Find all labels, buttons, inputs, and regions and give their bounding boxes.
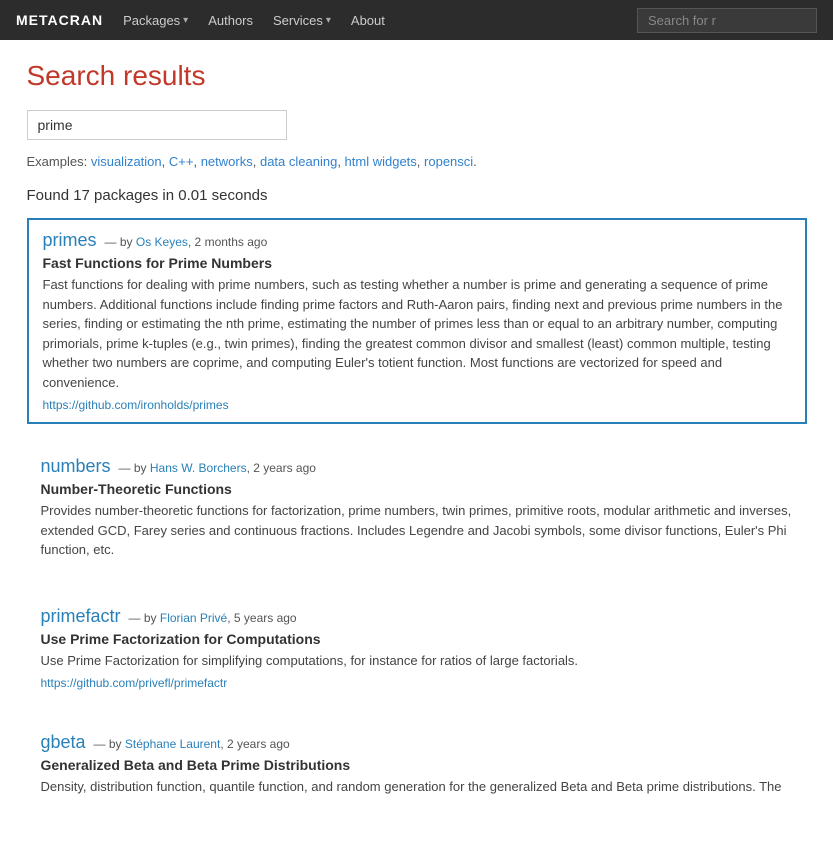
- package-card-primes: primes — by Os Keyes, 2 months ago Fast …: [27, 218, 807, 424]
- navbar-search: [637, 8, 817, 33]
- package-subtitle-gbeta: Generalized Beta and Beta Prime Distribu…: [41, 757, 793, 773]
- package-description-numbers: Provides number-theoretic functions for …: [41, 501, 793, 560]
- package-link-primes[interactable]: https://github.com/ironholds/primes: [43, 398, 229, 412]
- example-visualization[interactable]: visualization: [91, 154, 162, 169]
- package-name-numbers[interactable]: numbers: [41, 456, 111, 477]
- package-name-gbeta[interactable]: gbeta: [41, 732, 86, 753]
- package-meta-primefactr: — by Florian Privé, 5 years ago: [129, 611, 297, 625]
- package-description-primes: Fast functions for dealing with prime nu…: [43, 275, 791, 392]
- package-header-primes: primes — by Os Keyes, 2 months ago: [43, 230, 791, 251]
- example-cpp[interactable]: C++: [169, 154, 194, 169]
- examples-label: Examples:: [27, 154, 88, 169]
- navbar-item-packages[interactable]: Packages ▾: [123, 13, 188, 28]
- navbar-brand[interactable]: METACRAN: [16, 12, 103, 28]
- package-meta-gbeta: — by Stéphane Laurent, 2 years ago: [94, 737, 290, 751]
- package-name-primes[interactable]: primes: [43, 230, 97, 251]
- page-title: Search results: [27, 60, 807, 92]
- package-card-primefactr: primefactr — by Florian Privé, 5 years a…: [27, 596, 807, 701]
- package-card-gbeta: gbeta — by Stéphane Laurent, 2 years ago…: [27, 722, 807, 811]
- package-header-numbers: numbers — by Hans W. Borchers, 2 years a…: [41, 456, 793, 477]
- example-ropensci[interactable]: ropensci: [424, 154, 473, 169]
- search-input[interactable]: [27, 110, 287, 140]
- package-subtitle-numbers: Number-Theoretic Functions: [41, 481, 793, 497]
- example-html-widgets[interactable]: html widgets: [345, 154, 417, 169]
- package-header-primefactr: primefactr — by Florian Privé, 5 years a…: [41, 606, 793, 627]
- example-data-cleaning[interactable]: data cleaning: [260, 154, 337, 169]
- package-link-primefactr[interactable]: https://github.com/privefl/primefactr: [41, 676, 228, 690]
- author-os-keyes[interactable]: Os Keyes: [136, 235, 188, 249]
- package-meta-primes: — by Os Keyes, 2 months ago: [105, 235, 268, 249]
- navbar: METACRAN Packages ▾ Authors Services ▾ A…: [0, 0, 833, 40]
- navbar-search-input[interactable]: [637, 8, 817, 33]
- navbar-item-about[interactable]: About: [351, 13, 385, 28]
- navbar-item-services[interactable]: Services ▾: [273, 13, 331, 28]
- author-hans-borchers[interactable]: Hans W. Borchers: [150, 461, 247, 475]
- package-description-gbeta: Density, distribution function, quantile…: [41, 777, 793, 797]
- example-networks[interactable]: networks: [201, 154, 253, 169]
- found-label: Found 17 packages in 0.01 seconds: [27, 187, 807, 204]
- author-florian-prive[interactable]: Florian Privé: [160, 611, 227, 625]
- main-content: Search results Examples: visualization, …: [7, 40, 827, 853]
- package-subtitle-primes: Fast Functions for Prime Numbers: [43, 255, 791, 271]
- packages-dropdown-arrow: ▾: [183, 15, 188, 26]
- package-header-gbeta: gbeta — by Stéphane Laurent, 2 years ago: [41, 732, 793, 753]
- package-card-numbers: numbers — by Hans W. Borchers, 2 years a…: [27, 446, 807, 574]
- package-subtitle-primefactr: Use Prime Factorization for Computations: [41, 631, 793, 647]
- services-dropdown-arrow: ▾: [326, 15, 331, 26]
- navbar-item-authors[interactable]: Authors: [208, 13, 253, 28]
- author-stephane-laurent[interactable]: Stéphane Laurent: [125, 737, 220, 751]
- search-box-container: [27, 110, 807, 140]
- examples-line: Examples: visualization, C++, networks, …: [27, 154, 807, 169]
- package-meta-numbers: — by Hans W. Borchers, 2 years ago: [119, 461, 316, 475]
- package-description-primefactr: Use Prime Factorization for simplifying …: [41, 651, 793, 671]
- navbar-left: METACRAN Packages ▾ Authors Services ▾ A…: [16, 12, 385, 28]
- package-name-primefactr[interactable]: primefactr: [41, 606, 121, 627]
